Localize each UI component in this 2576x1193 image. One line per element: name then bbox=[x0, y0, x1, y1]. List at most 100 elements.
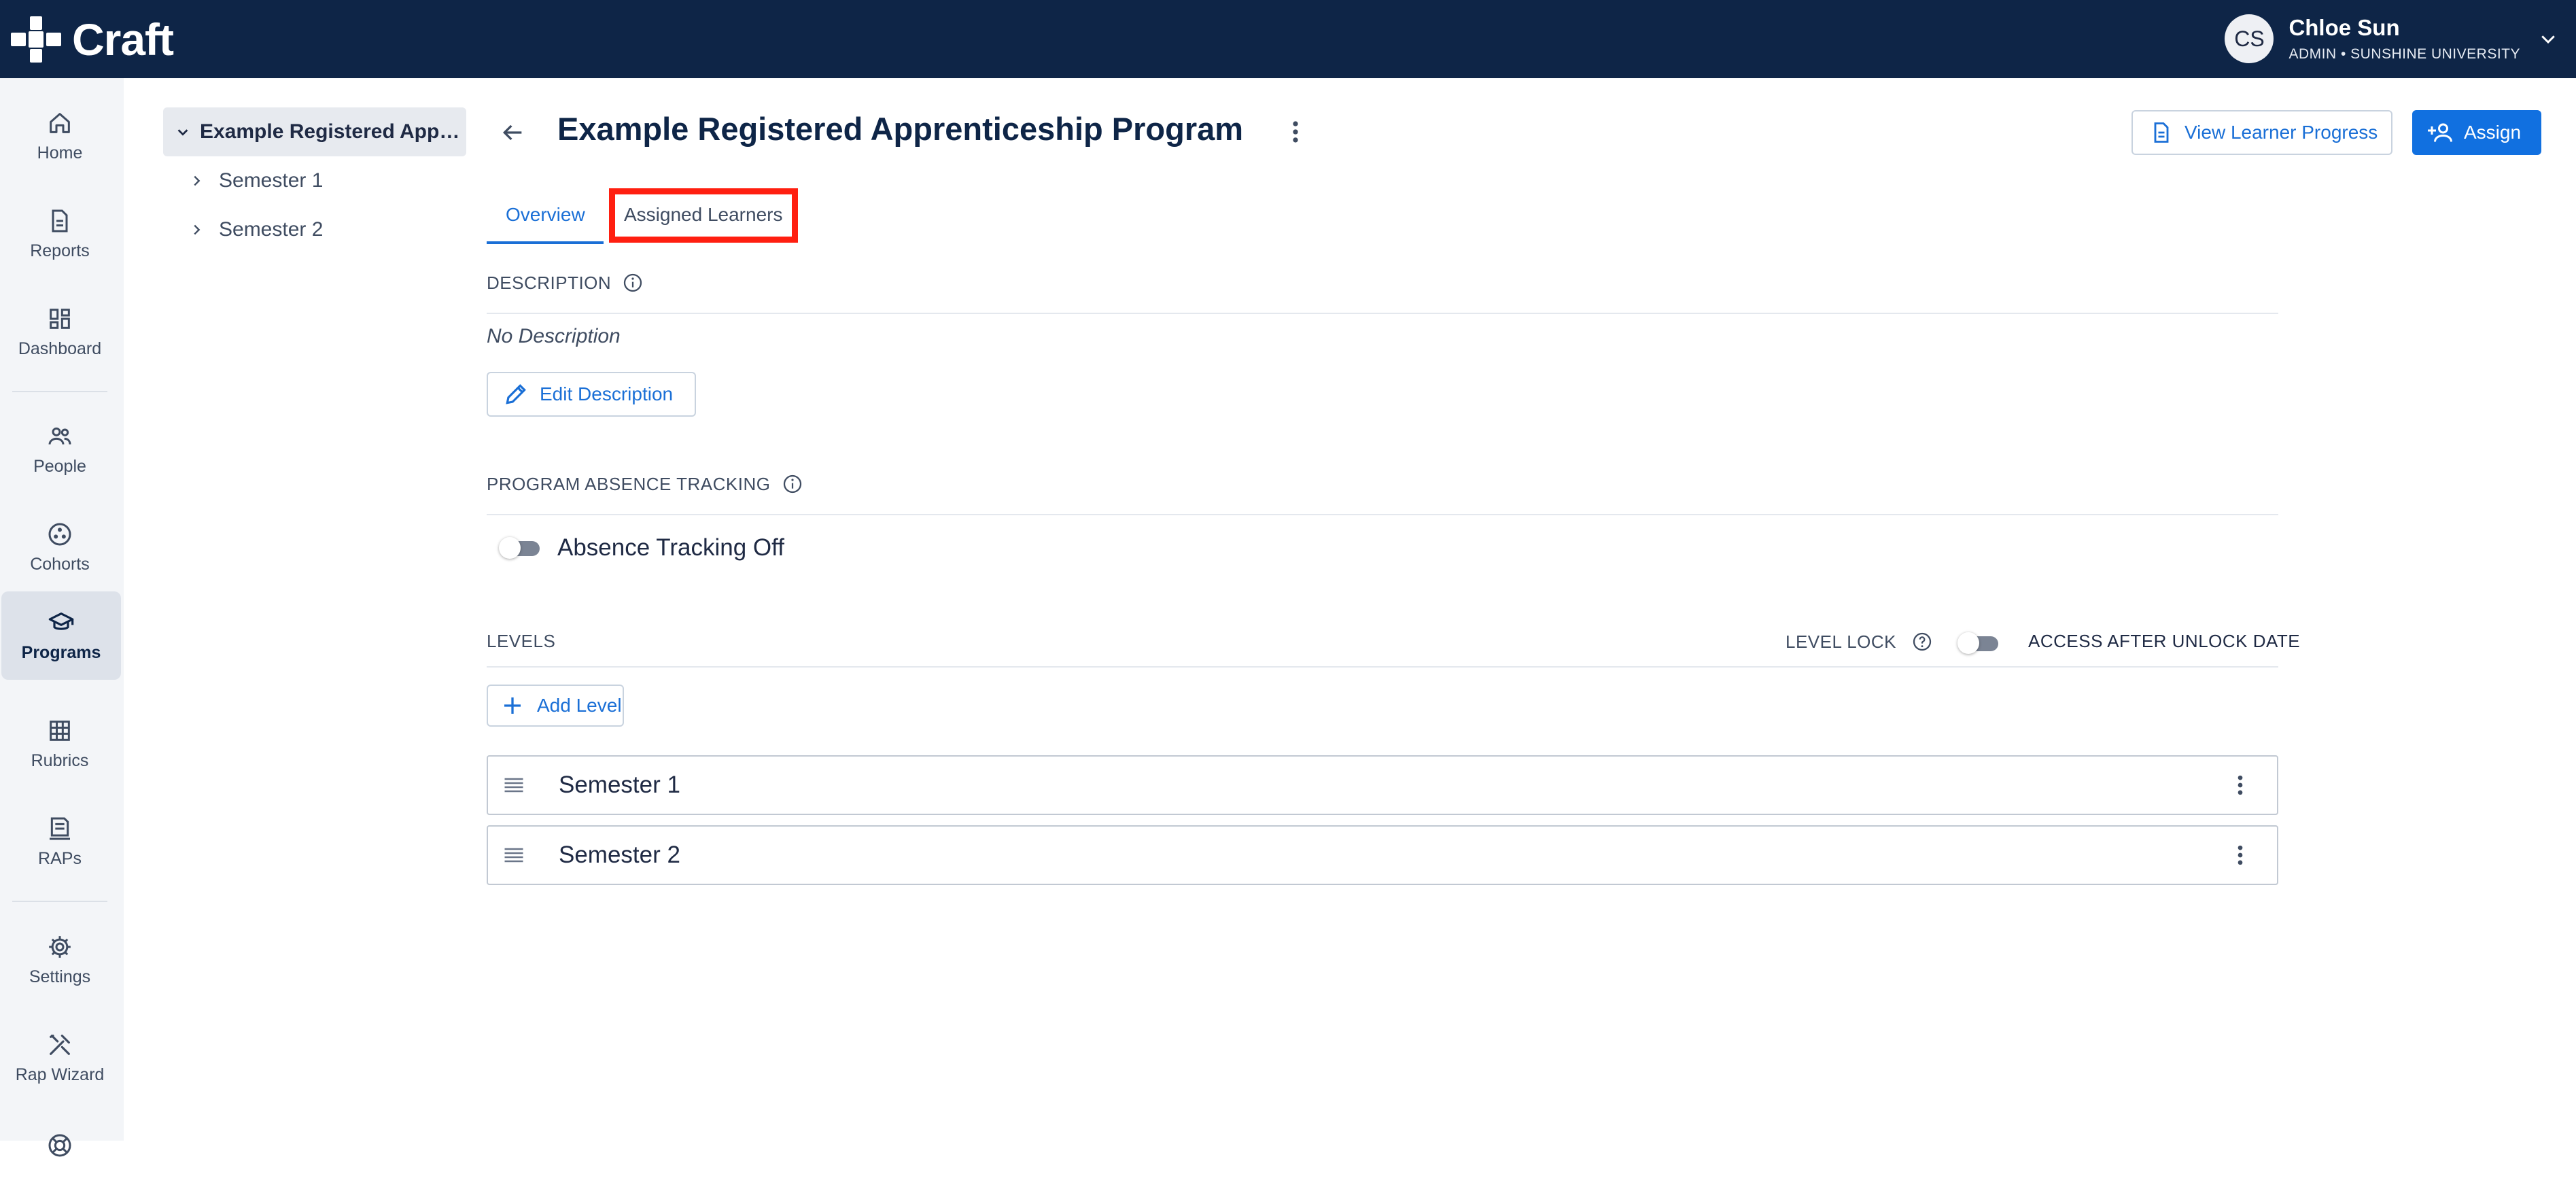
people-icon bbox=[48, 427, 71, 445]
user-org: ADMIN • SUNSHINE UNIVERSITY bbox=[2288, 46, 2520, 62]
level-name: Semester 2 bbox=[559, 842, 680, 868]
section-divider bbox=[487, 313, 2278, 314]
nav-label: Rap Wizard bbox=[15, 1065, 105, 1084]
nav-label: Dashboard bbox=[18, 339, 102, 358]
view-learner-progress-button[interactable]: View Learner Progress bbox=[2131, 110, 2392, 155]
craft-logo[interactable]: Craft bbox=[10, 14, 174, 65]
app-name: Craft bbox=[72, 14, 174, 65]
edit-description-button[interactable]: Edit Description bbox=[487, 372, 696, 417]
chevron-down-icon[interactable] bbox=[2538, 29, 2558, 49]
tree-item-label: Semester 2 bbox=[219, 218, 324, 241]
nav-label: Rubrics bbox=[31, 750, 89, 770]
absence-tracking-toggle[interactable] bbox=[499, 537, 541, 559]
add-level-label: Add Level bbox=[537, 695, 622, 716]
absence-heading-label: PROGRAM ABSENCE TRACKING bbox=[487, 473, 771, 494]
nav-help[interactable] bbox=[0, 1105, 120, 1193]
nav-label: People bbox=[33, 456, 86, 476]
nav-programs[interactable]: Programs bbox=[1, 591, 121, 680]
top-bar: Craft CS Chloe Sun ADMIN • SUNSHINE UNIV… bbox=[0, 0, 2576, 78]
page-title: Example Registered Apprenticeship Progra… bbox=[557, 111, 1244, 147]
more-vertical-icon[interactable] bbox=[2227, 842, 2254, 869]
level-lock-toggle[interactable] bbox=[1957, 632, 2000, 654]
nav-raps[interactable]: RAPs bbox=[0, 797, 120, 886]
nav-cohorts[interactable]: Cohorts bbox=[0, 503, 120, 591]
level-row-semester-2[interactable]: Semester 2 bbox=[487, 825, 2278, 885]
description-value: No Description bbox=[487, 325, 621, 347]
level-lock-heading: LEVEL LOCK bbox=[1786, 631, 1933, 653]
nav-label: Programs bbox=[21, 642, 101, 662]
tree-root-item[interactable]: Example Registered Apprenticeship Progra… bbox=[163, 107, 466, 156]
active-tab-indicator bbox=[487, 241, 604, 244]
cohorts-icon bbox=[48, 523, 71, 545]
level-row-semester-1[interactable]: Semester 1 bbox=[487, 755, 2278, 815]
section-divider bbox=[487, 666, 2278, 668]
avatar: CS bbox=[2225, 14, 2274, 63]
more-vertical-icon[interactable] bbox=[2227, 772, 2254, 799]
nav-home[interactable]: Home bbox=[0, 92, 120, 180]
nav-divider bbox=[12, 391, 107, 392]
absence-heading: PROGRAM ABSENCE TRACKING bbox=[487, 473, 803, 495]
lifebuoy-icon bbox=[48, 1134, 71, 1157]
left-nav: Home Reports Dashboard People Cohorts Pr… bbox=[0, 78, 124, 1157]
nav-label: Reports bbox=[30, 241, 90, 260]
chevron-right-icon[interactable] bbox=[189, 222, 204, 237]
help-icon[interactable] bbox=[1911, 631, 1933, 653]
levels-heading-label: LEVELS bbox=[487, 631, 556, 651]
nav-divider bbox=[12, 901, 107, 902]
toggle-knob bbox=[499, 537, 521, 559]
chevron-right-icon[interactable] bbox=[189, 173, 204, 188]
edit-description-label: Edit Description bbox=[540, 383, 674, 404]
nav-label: Cohorts bbox=[30, 554, 90, 574]
nav-label: RAPs bbox=[38, 848, 82, 868]
absence-tracking-label: Absence Tracking Off bbox=[557, 534, 784, 561]
add-level-button[interactable]: Add Level bbox=[487, 685, 624, 727]
user-name: Chloe Sun bbox=[2288, 15, 2400, 40]
tools-icon bbox=[50, 1034, 70, 1055]
gear-icon bbox=[49, 935, 71, 958]
craft-logo-icon bbox=[11, 16, 61, 63]
document-icon bbox=[52, 209, 68, 232]
description-heading-label: DESCRIPTION bbox=[487, 272, 612, 293]
nav-reports[interactable]: Reports bbox=[0, 190, 120, 278]
nav-settings[interactable]: Settings bbox=[0, 916, 120, 1004]
user-menu[interactable]: CS Chloe Sun ADMIN • SUNSHINE UNIVERSITY bbox=[2225, 12, 2558, 66]
level-name: Semester 1 bbox=[559, 772, 680, 798]
tree-item-label: Semester 1 bbox=[219, 169, 324, 192]
nav-dashboard[interactable]: Dashboard bbox=[0, 288, 120, 376]
drag-handle-icon[interactable] bbox=[502, 843, 526, 867]
description-heading: DESCRIPTION bbox=[487, 272, 644, 294]
levels-heading: LEVELS bbox=[487, 631, 555, 652]
more-vertical-icon[interactable] bbox=[1281, 117, 1310, 147]
nav-people[interactable]: People bbox=[0, 405, 120, 494]
level-lock-label: LEVEL LOCK bbox=[1786, 631, 1897, 652]
info-icon[interactable] bbox=[622, 272, 644, 294]
program-tree: Example Registered Apprenticeship Progra… bbox=[163, 107, 466, 254]
tree-item-semester-1[interactable]: Semester 1 bbox=[163, 156, 466, 205]
nav-rap-wizard[interactable]: Rap Wizard bbox=[0, 1014, 120, 1102]
toggle-knob bbox=[1957, 632, 1979, 654]
section-divider bbox=[487, 514, 2278, 515]
nav-label: Home bbox=[37, 143, 83, 162]
drag-handle-icon[interactable] bbox=[502, 773, 526, 797]
assign-label: Assign bbox=[2464, 122, 2522, 143]
dashboard-icon bbox=[50, 308, 70, 329]
chevron-down-icon[interactable] bbox=[175, 124, 190, 139]
tab-overview[interactable]: Overview bbox=[506, 201, 585, 228]
access-after-unlock-label: ACCESS AFTER UNLOCK DATE bbox=[2028, 631, 2301, 651]
grid-icon bbox=[50, 720, 70, 741]
back-arrow-icon[interactable] bbox=[499, 119, 526, 146]
view-learner-progress-label: View Learner Progress bbox=[2185, 122, 2378, 143]
assign-button[interactable]: Assign bbox=[2412, 110, 2541, 155]
nav-label: Settings bbox=[29, 967, 91, 986]
home-icon bbox=[50, 112, 70, 133]
tree-item-semester-2[interactable]: Semester 2 bbox=[163, 205, 466, 254]
add-person-icon bbox=[2428, 123, 2452, 142]
info-icon[interactable] bbox=[782, 473, 803, 495]
tree-root-label: Example Registered Apprenticeship Progra… bbox=[200, 120, 466, 143]
report-icon bbox=[2154, 122, 2169, 143]
graduation-cap-icon bbox=[48, 612, 74, 630]
highlight-box bbox=[609, 188, 798, 243]
certificate-icon bbox=[50, 817, 70, 840]
pencil-icon bbox=[506, 384, 526, 404]
nav-rubrics[interactable]: Rubrics bbox=[0, 699, 120, 788]
